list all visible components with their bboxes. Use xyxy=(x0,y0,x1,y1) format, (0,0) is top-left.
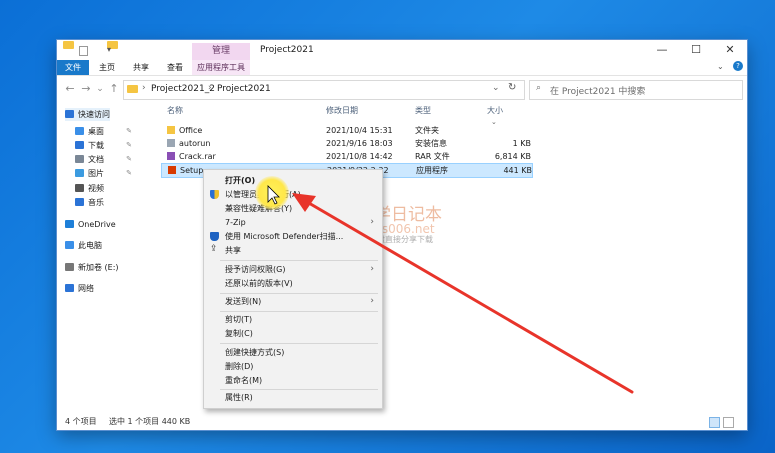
mouse-pointer-icon xyxy=(267,185,280,205)
annotation-arrow xyxy=(267,185,634,394)
arrow-head xyxy=(292,193,316,212)
arrow-shaft xyxy=(300,197,634,394)
